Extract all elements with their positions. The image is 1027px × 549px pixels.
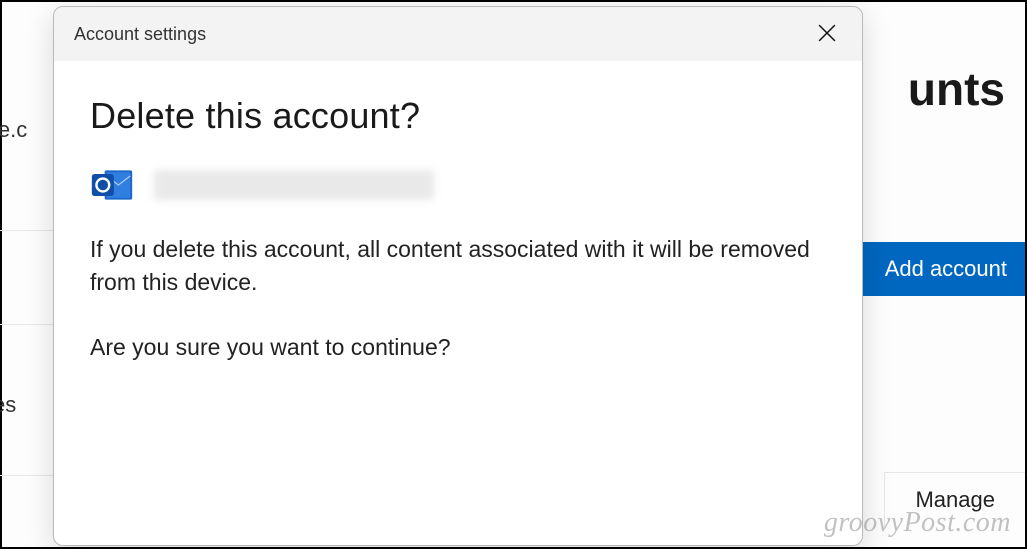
close-icon	[818, 24, 836, 45]
account-row	[90, 163, 826, 207]
close-button[interactable]	[812, 18, 842, 51]
dialog-title: Account settings	[74, 24, 206, 45]
delete-account-dialog: Account settings Delete this account?	[53, 6, 863, 546]
add-account-button[interactable]: Add account	[859, 242, 1025, 296]
manage-button[interactable]: Manage	[884, 472, 1025, 527]
outlook-icon	[90, 163, 134, 207]
sidebar-text-fragment: ive.c	[0, 117, 27, 143]
dialog-heading: Delete this account?	[90, 95, 826, 137]
dialog-header: Account settings	[54, 7, 862, 61]
confirm-text: Are you sure you want to continue?	[90, 334, 826, 361]
dialog-body: Delete this account? If you delete this …	[54, 61, 862, 371]
warning-text: If you delete this account, all content …	[90, 233, 810, 300]
sidebar-text-fragment: ces	[0, 392, 16, 418]
account-email-redacted	[154, 170, 434, 200]
page-title-fragment: unts	[908, 62, 1005, 116]
